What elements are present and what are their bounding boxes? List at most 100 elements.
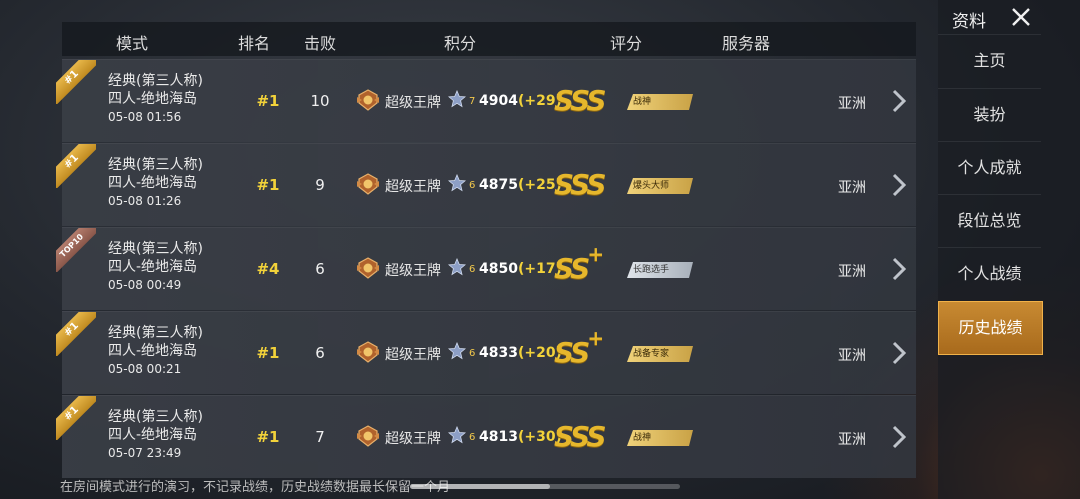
title-badge: 爆头大师	[627, 178, 693, 194]
title-badge: 战神	[627, 94, 693, 110]
ribbon-label: #1	[56, 144, 96, 188]
menu-item-home[interactable]: 主页	[938, 34, 1041, 87]
title-badge: 战备专家	[627, 346, 693, 362]
match-row[interactable]: #1 经典(第三人称) 四人-绝地海岛 05-08 01:56 #1 10 超级…	[56, 59, 916, 142]
mode-name: 经典(第三人称)	[108, 157, 203, 173]
title-badge: 长跑选手	[627, 262, 693, 278]
grade-plus: +	[587, 242, 604, 266]
placement-ribbon: #1	[56, 396, 96, 440]
placement-ribbon: #1	[56, 144, 96, 188]
star-icon	[448, 90, 466, 108]
kills-value: 6	[315, 260, 325, 278]
menu-item-outfit[interactable]: 装扮	[938, 88, 1041, 141]
star-icon	[448, 342, 466, 360]
ribbon-label: #1	[56, 60, 96, 104]
points-value: 4850(+17)	[479, 261, 562, 277]
match-row[interactable]: TOP10 经典(第三人称) 四人-绝地海岛 05-08 00:49 #4 6 …	[56, 227, 916, 310]
chevron-right-icon[interactable]	[892, 341, 906, 365]
tier-name: 超级王牌	[385, 431, 441, 447]
match-row[interactable]: #1 经典(第三人称) 四人-绝地海岛 05-08 01:26 #1 9 超级王…	[56, 143, 916, 226]
panel-title: 资料	[952, 12, 986, 32]
placement-ribbon: #1	[56, 60, 96, 104]
star-count: 7	[469, 96, 476, 107]
chevron-right-icon[interactable]	[892, 173, 906, 197]
match-row[interactable]: #1 经典(第三人称) 四人-绝地海岛 05-08 00:21 #1 6 超级王…	[56, 311, 916, 394]
rating-grade: SS+	[554, 242, 604, 285]
kills-value: 10	[310, 92, 330, 110]
server-name: 亚洲	[838, 180, 866, 196]
points-total: 4813	[479, 429, 518, 445]
points-value: 4833(+20)	[479, 345, 562, 361]
chevron-right-icon[interactable]	[892, 425, 906, 449]
kills-value: 7	[315, 428, 325, 446]
grade-letters: SSS	[554, 420, 606, 453]
title-badge: 战神	[627, 430, 693, 446]
server-name: 亚洲	[838, 432, 866, 448]
tier-name: 超级王牌	[385, 347, 441, 363]
kills-value: 9	[315, 176, 325, 194]
rating-grade: SSS	[554, 84, 606, 117]
menu-item-history-record[interactable]: 历史战绩	[938, 301, 1043, 355]
star-count: 6	[469, 348, 476, 359]
header-kills: 击败	[304, 34, 337, 53]
kills-value: 6	[315, 344, 325, 362]
star-count: 6	[469, 264, 476, 275]
tier-name: 超级王牌	[385, 263, 441, 279]
server-name: 亚洲	[838, 96, 866, 112]
match-mode: 经典(第三人称) 四人-绝地海岛 05-07 23:49	[108, 408, 203, 462]
points-value: 4904(+29)	[479, 93, 562, 109]
match-time: 05-08 01:56	[108, 110, 182, 124]
grade-letters: SS	[554, 336, 590, 369]
mode-map: 四人-绝地海岛	[108, 175, 198, 191]
menu-item-tier-overview[interactable]: 段位总览	[938, 194, 1041, 247]
side-panel: 资料 主页 装扮 个人成就 段位总览 个人战绩 历史战绩	[938, 0, 1080, 499]
mode-name: 经典(第三人称)	[108, 325, 203, 341]
header-rating: 评分	[610, 34, 643, 53]
rank-value: #1	[256, 428, 280, 446]
ribbon-label: #1	[56, 396, 96, 440]
rating-grade: SS+	[554, 326, 604, 369]
match-time: 05-08 01:26	[108, 194, 182, 208]
close-icon[interactable]	[1010, 6, 1032, 28]
star-count: 6	[469, 180, 476, 191]
tier-emblem-icon	[357, 341, 379, 363]
ribbon-label: TOP10	[56, 228, 96, 272]
points-total: 4833	[479, 345, 518, 361]
mode-map: 四人-绝地海岛	[108, 427, 198, 443]
grade-letters: SSS	[554, 168, 606, 201]
rank-value: #1	[256, 176, 280, 194]
menu-item-achievements[interactable]: 个人成就	[938, 141, 1041, 194]
tier-name: 超级王牌	[385, 179, 441, 195]
match-mode: 经典(第三人称) 四人-绝地海岛 05-08 00:49	[108, 240, 203, 294]
rank-value: #4	[256, 260, 280, 278]
match-mode: 经典(第三人称) 四人-绝地海岛 05-08 00:21	[108, 324, 203, 378]
scroll-indicator[interactable]	[410, 484, 680, 489]
points-total: 4850	[479, 261, 518, 277]
points-value: 4813(+30)	[479, 429, 562, 445]
header-server: 服务器	[722, 34, 771, 53]
table-header: 模式 排名 击败 积分 评分 服务器	[62, 22, 916, 56]
tier-name: 超级王牌	[385, 95, 441, 111]
star-icon	[448, 174, 466, 192]
header-rank: 排名	[238, 34, 271, 53]
mode-map: 四人-绝地海岛	[108, 91, 198, 107]
rank-value: #1	[256, 344, 280, 362]
star-icon	[448, 426, 466, 444]
grade-plus: +	[587, 326, 604, 350]
chevron-right-icon[interactable]	[892, 89, 906, 113]
tier-emblem-icon	[357, 89, 379, 111]
tier-emblem-icon	[357, 425, 379, 447]
chevron-right-icon[interactable]	[892, 257, 906, 281]
placement-ribbon: #1	[56, 312, 96, 356]
points-total: 4904	[479, 93, 518, 109]
rating-grade: SSS	[554, 420, 606, 453]
menu-item-personal-record[interactable]: 个人战绩	[938, 247, 1041, 300]
tier-emblem-icon	[357, 257, 379, 279]
tier-emblem-icon	[357, 173, 379, 195]
grade-letters: SSS	[554, 84, 606, 117]
match-row[interactable]: #1 经典(第三人称) 四人-绝地海岛 05-07 23:49 #1 7 超级王…	[56, 395, 916, 478]
match-time: 05-08 00:49	[108, 278, 182, 292]
mode-map: 四人-绝地海岛	[108, 343, 198, 359]
mode-map: 四人-绝地海岛	[108, 259, 198, 275]
ribbon-label: #1	[56, 312, 96, 356]
